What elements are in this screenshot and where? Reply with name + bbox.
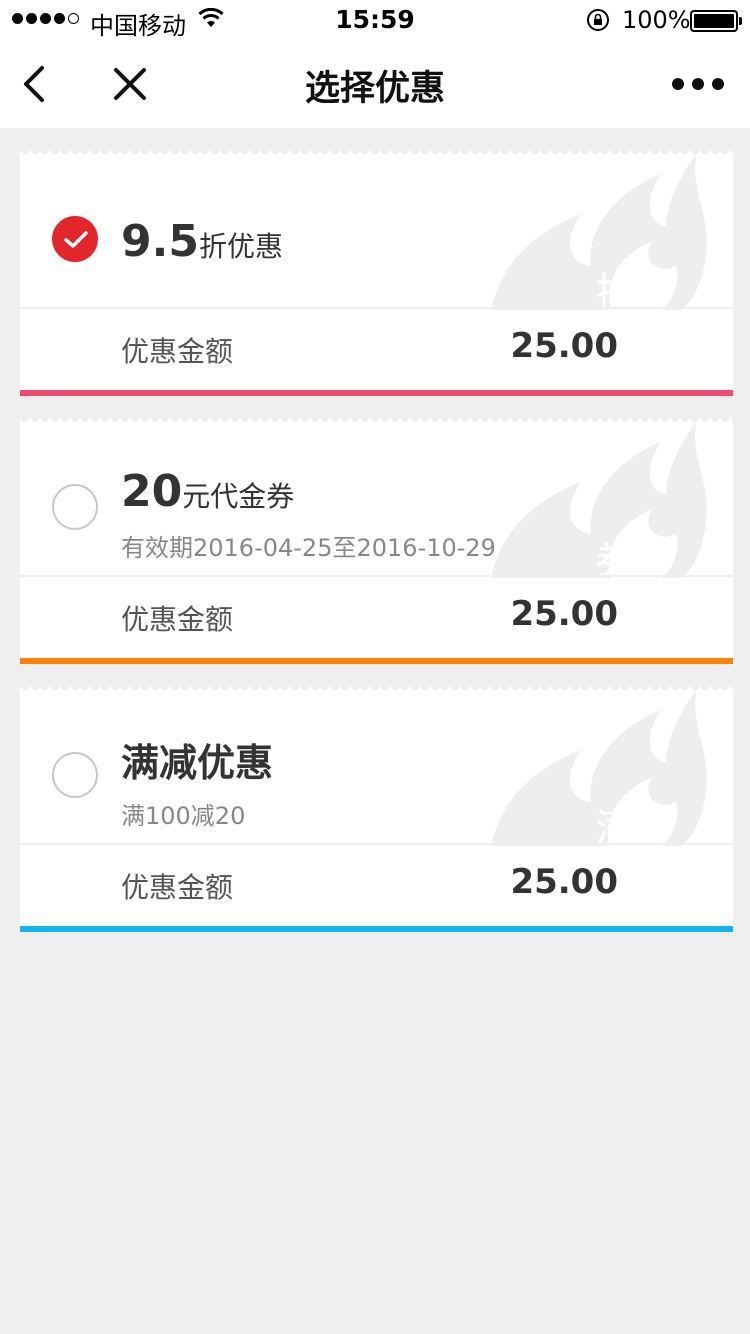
divider <box>20 307 733 309</box>
watermark-char: 折 <box>595 270 635 316</box>
radio-selected[interactable] <box>52 216 98 262</box>
page-title: 选择优惠 <box>304 69 445 109</box>
accent-bar <box>20 926 733 932</box>
coupon-value: 20 <box>121 466 183 517</box>
radio-unselected[interactable] <box>52 752 98 798</box>
orientation-lock-icon <box>587 9 609 31</box>
amount-value: 25.00 <box>510 326 618 366</box>
coupon-headline: 20元代金券 <box>121 466 294 517</box>
amount-label: 优惠金额 <box>121 335 234 368</box>
coupon-card-discount[interactable]: 折 9.5折优惠 优惠金额 25.00 <box>20 150 733 396</box>
radio-unselected[interactable] <box>52 484 98 530</box>
amount-value: 25.00 <box>510 594 618 634</box>
coupon-headline: 满减优惠 <box>121 732 273 787</box>
divider <box>20 843 733 845</box>
coupon-value: 满减优惠 <box>121 741 274 785</box>
coupon-unit: 折优惠 <box>198 230 283 263</box>
watermark-char: 券 <box>595 538 635 584</box>
more-icon[interactable] <box>672 74 724 94</box>
coupon-headline: 9.5折优惠 <box>121 216 283 267</box>
watermark-char: 满 <box>595 806 635 852</box>
coupon-unit: 元代金券 <box>182 480 295 513</box>
divider <box>20 575 733 577</box>
coupon-card-full-reduction[interactable]: 满 满减优惠 满100减20 优惠金额 25.00 <box>20 686 733 932</box>
checkmark-icon <box>64 231 88 248</box>
coupon-card-voucher[interactable]: 券 20元代金券 有效期2016-04-25至2016-10-29 优惠金额 2… <box>20 418 733 664</box>
coupon-validity: 有效期2016-04-25至2016-10-29 <box>121 534 496 562</box>
coupon-value: 9.5 <box>121 216 199 267</box>
accent-bar <box>20 658 733 664</box>
amount-label: 优惠金额 <box>121 871 234 904</box>
amount-label: 优惠金额 <box>121 603 234 636</box>
battery-percentage: 100% <box>622 6 691 34</box>
status-bar: 中国移动 15:59 100% <box>0 0 750 40</box>
battery-icon <box>690 10 742 32</box>
accent-bar <box>20 390 733 396</box>
amount-value: 25.00 <box>510 862 618 902</box>
coupon-condition: 满100减20 <box>121 802 246 830</box>
nav-bar: 选择优惠 <box>0 40 750 128</box>
